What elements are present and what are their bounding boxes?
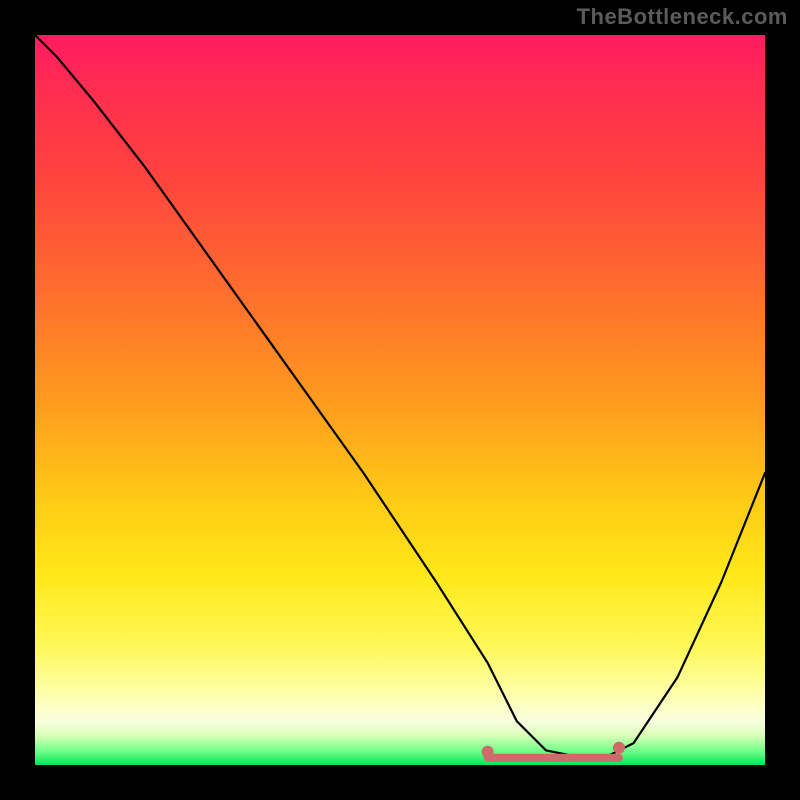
trough-dot-left: [482, 746, 494, 758]
trough-dot-right: [613, 742, 625, 754]
watermark-text: TheBottleneck.com: [577, 4, 788, 30]
plot-area: [35, 35, 765, 765]
curve-line: [35, 35, 765, 758]
chart-frame: TheBottleneck.com: [0, 0, 800, 800]
chart-svg: [35, 35, 765, 765]
